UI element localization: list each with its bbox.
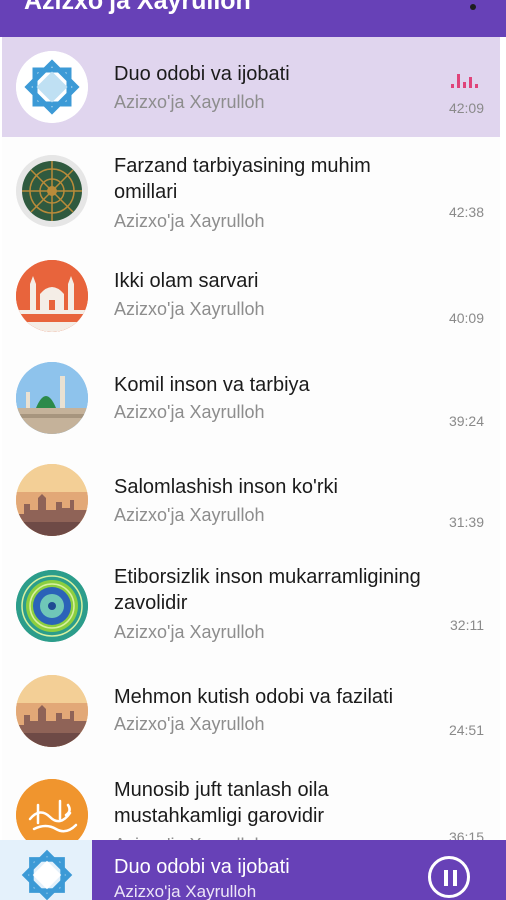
track-duration: 31:39 bbox=[448, 514, 484, 530]
track-artist: Azizxo'ja Xayrulloh bbox=[114, 505, 265, 525]
track-duration: 42:38 bbox=[448, 204, 484, 220]
track-duration: 40:09 bbox=[448, 310, 484, 326]
track-row[interactable]: Ikki olam sarvari Azizxo'ja Xayrulloh 40… bbox=[2, 245, 500, 349]
track-artist: Azizxo'ja Xayrulloh bbox=[114, 714, 265, 734]
track-row[interactable]: Etiborsizlik inson mukarramligining zavo… bbox=[2, 553, 500, 662]
now-playing-bar[interactable]: Duo odobi va ijobati Azizxo'ja Xayrulloh bbox=[0, 840, 506, 900]
track-artist: Azizxo'ja Xayrulloh bbox=[114, 622, 265, 642]
overflow-menu-icon[interactable] bbox=[470, 4, 476, 10]
green-dome-icon bbox=[16, 362, 88, 434]
track-title: Ikki olam sarvari bbox=[114, 270, 259, 292]
track-title: Farzand tarbiyasining muhim omillari bbox=[114, 155, 371, 203]
track-title: Mehmon kutish odobi va fazilati bbox=[114, 686, 394, 708]
pause-icon[interactable] bbox=[428, 856, 470, 898]
now-playing-art bbox=[0, 840, 92, 900]
now-playing-info[interactable]: Duo odobi va ijobati Azizxo'ja Xayrulloh bbox=[92, 840, 506, 900]
track-row[interactable]: Mehmon kutish odobi va fazilati Azizxo'j… bbox=[2, 661, 500, 764]
track-duration: 24:51 bbox=[448, 722, 484, 738]
track-duration: 32:11 bbox=[450, 617, 484, 633]
track-row[interactable]: Salomlashish inson ko'rki Azizxo'ja Xayr… bbox=[2, 450, 500, 554]
track-artist: Azizxo'ja Xayrulloh bbox=[114, 92, 265, 112]
sunset-skyline-icon bbox=[16, 675, 88, 747]
track-artist: Azizxo'ja Xayrulloh bbox=[114, 299, 265, 319]
track-title: Etiborsizlik inson mukarramligining zavo… bbox=[114, 566, 421, 614]
track-duration: 42:09 bbox=[448, 100, 484, 116]
app-bar: Azizxo'ja Xayrulloh bbox=[0, 0, 506, 37]
equalizer-icon bbox=[451, 74, 478, 88]
now-playing-artist: Azizxo'ja Xayrulloh bbox=[114, 882, 257, 900]
blue-star-icon bbox=[16, 51, 88, 123]
mosque-icon bbox=[16, 260, 88, 332]
blue-star-icon bbox=[21, 849, 73, 900]
now-playing-title: Duo odobi va ijobati bbox=[114, 856, 290, 878]
track-title: Munosib juft tanlash oila mustahkamligi … bbox=[114, 779, 329, 827]
app-title: Azizxo'ja Xayrulloh bbox=[24, 0, 251, 15]
track-artist: Azizxo'ja Xayrulloh bbox=[114, 211, 265, 231]
track-row[interactable]: Komil inson va tarbiya Azizxo'ja Xayrull… bbox=[2, 348, 500, 451]
track-title: Salomlashish inson ko'rki bbox=[114, 476, 338, 498]
track-artist: Azizxo'ja Xayrulloh bbox=[114, 402, 265, 422]
track-row[interactable]: Duo odobi va ijobati Azizxo'ja Xayrulloh… bbox=[2, 37, 500, 137]
sunset-skyline-icon bbox=[16, 464, 88, 536]
track-title: Duo odobi va ijobati bbox=[114, 63, 290, 85]
track-row[interactable]: Farzand tarbiyasining muhim omillari Azi… bbox=[2, 137, 500, 246]
green-rosette-icon bbox=[16, 155, 88, 227]
teal-mandala-icon bbox=[16, 570, 88, 642]
track-duration: 39:24 bbox=[448, 413, 484, 429]
track-title: Komil inson va tarbiya bbox=[114, 374, 310, 396]
